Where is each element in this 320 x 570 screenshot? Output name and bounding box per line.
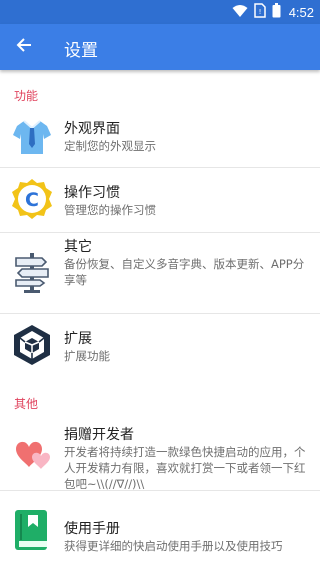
settings-item-extensions[interactable]: 扩展 扩展功能 (0, 316, 320, 376)
item-description: 扩展功能 (64, 349, 110, 363)
item-title: 外观界面 (64, 121, 120, 137)
book-icon (10, 508, 54, 552)
settings-item-habits[interactable]: C 操作习惯 管理您的操作习惯 (0, 170, 320, 228)
item-title: 捐赠开发者 (64, 427, 134, 443)
back-button[interactable] (10, 33, 38, 61)
settings-item-donate[interactable]: 捐赠开发者 开发者将持续打造一款绿色快捷启动的应用，个人开发精力有限，喜欢就打赏… (0, 422, 320, 491)
status-icons: ! 4:52 (232, 3, 314, 22)
shirt-icon (10, 114, 54, 158)
item-title: 使用手册 (64, 521, 120, 537)
arrow-back-icon (16, 37, 32, 57)
page-title: 设置 (64, 41, 98, 61)
section-header-features: 功能 (14, 89, 39, 103)
icon-letter: C (25, 189, 39, 211)
app-bar: 设置 (0, 24, 320, 70)
wifi-icon (232, 3, 248, 22)
settings-item-manual[interactable]: 使用手册 获得更详细的快启动使用手册以及使用技巧 (0, 494, 320, 554)
settings-item-appearance[interactable]: 外观界面 定制您的外观显示 (0, 108, 320, 164)
status-bar: ! 4:52 (0, 0, 320, 24)
cube-icon (10, 323, 54, 367)
item-title: 扩展 (64, 331, 92, 347)
svg-text:!: ! (258, 8, 261, 16)
hearts-icon (10, 433, 54, 477)
section-header-others: 其他 (14, 397, 39, 411)
divider (0, 313, 320, 314)
settings-item-other[interactable]: 其它 备份恢复、自定义多音字典、版本更新、APP分享等 (0, 234, 320, 312)
status-time: 4:52 (288, 5, 314, 20)
battery-icon (272, 3, 281, 22)
signpost-icon (10, 250, 54, 294)
divider (0, 490, 320, 491)
item-description: 管理您的操作习惯 (64, 203, 156, 217)
divider (0, 167, 320, 168)
item-title: 其它 (64, 239, 92, 255)
item-description: 开发者将持续打造一款绿色快捷启动的应用，个人开发精力有限，喜欢就打赏一下或者领一… (64, 445, 306, 491)
item-description: 备份恢复、自定义多音字典、版本更新、APP分享等 (64, 257, 305, 287)
divider (0, 232, 320, 233)
item-title: 操作习惯 (64, 185, 120, 201)
gear-c-icon: C (10, 177, 54, 221)
no-sim-icon: ! (253, 3, 266, 22)
item-description: 定制您的外观显示 (64, 139, 156, 153)
item-description: 获得更详细的快启动使用手册以及使用技巧 (64, 539, 283, 553)
